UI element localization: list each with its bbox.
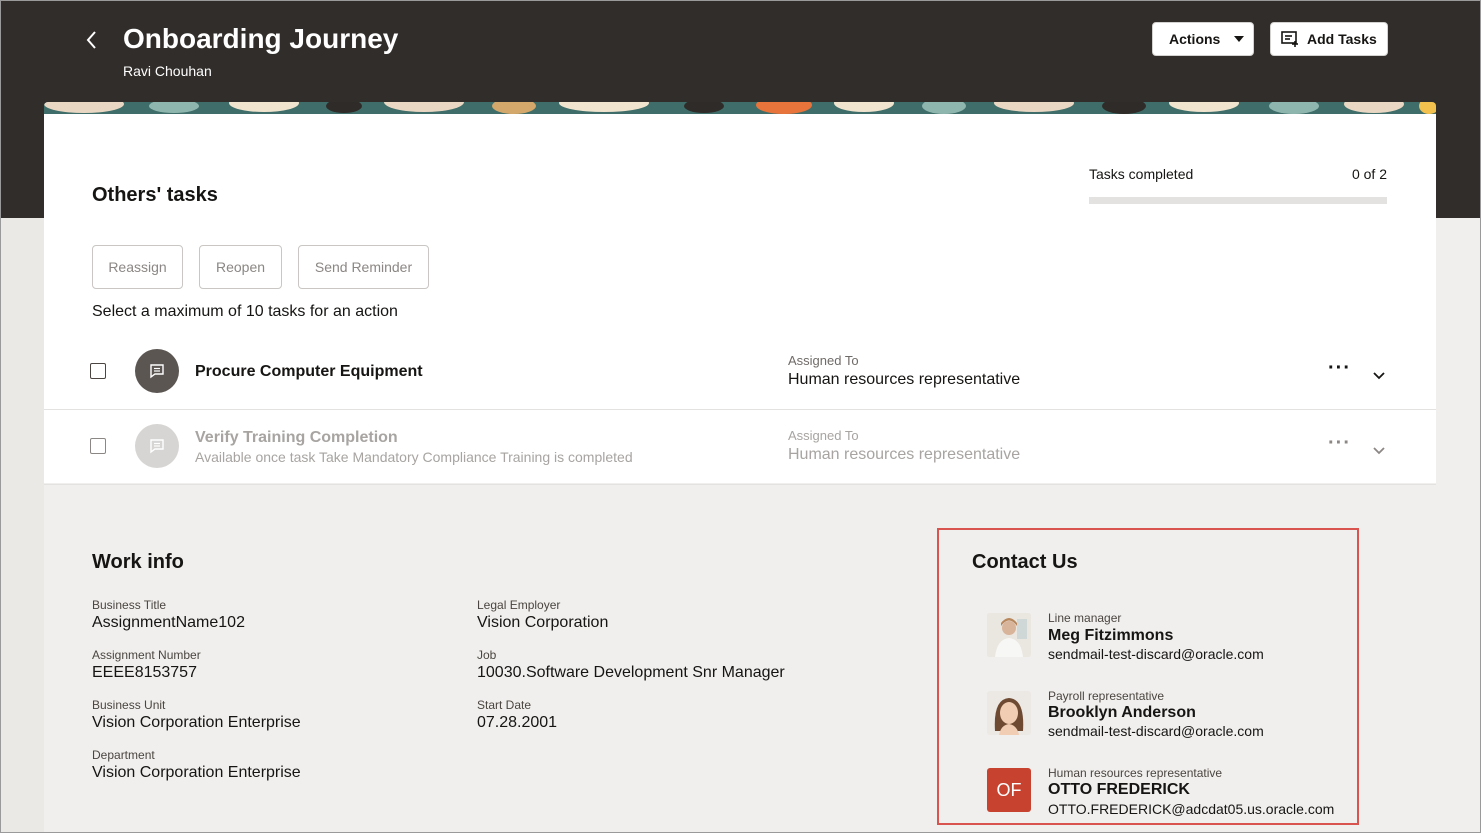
contact-us-heading: Contact Us [972,551,1078,573]
avatar-initials[interactable]: OF [987,768,1031,812]
caret-down-icon [1234,36,1245,42]
assignment-number-label: Assignment Number [92,648,201,662]
business-unit-value: Vision Corporation Enterprise [92,714,301,731]
back-icon[interactable] [85,25,109,55]
start-date-value: 07.28.2001 [477,714,558,731]
task-checkbox[interactable] [90,438,106,454]
more-options-icon[interactable]: ··· [1328,357,1351,380]
chevron-down-icon[interactable] [1373,442,1385,460]
contact-name[interactable]: Meg Fitzimmons [1048,627,1173,645]
job-label: Job [477,648,497,662]
add-tasks-button[interactable]: Add Tasks [1270,22,1388,56]
department-value: Vision Corporation Enterprise [92,764,301,781]
background-pattern [1,218,44,832]
department-label: Department [92,748,155,762]
legal-employer-label: Legal Employer [477,598,561,612]
add-task-icon [1281,31,1298,47]
avatar[interactable] [987,613,1031,657]
others-tasks-heading: Others' tasks [92,184,218,206]
assigned-to-value: Human resources representative [788,371,1021,388]
send-reminder-button[interactable]: Send Reminder [298,245,429,289]
contact-name[interactable]: OTTO FREDERICK [1048,781,1190,799]
task-row[interactable]: Verify Training Completion Available onc… [44,410,1436,485]
more-options-icon[interactable]: ··· [1328,432,1351,455]
reopen-button[interactable]: Reopen [199,245,282,289]
page-subtitle: Ravi Chouhan [123,63,212,79]
task-row[interactable]: Procure Computer Equipment Assigned To H… [44,335,1436,410]
avatar[interactable] [987,691,1031,735]
task-comment-icon [135,349,179,393]
business-title-label: Business Title [92,598,167,612]
contact-name[interactable]: Brooklyn Anderson [1048,704,1196,722]
assigned-to-label: Assigned To [788,353,859,368]
reassign-button[interactable]: Reassign [92,245,183,289]
actions-button[interactable]: Actions [1152,22,1254,56]
contact-email[interactable]: sendmail-test-discard@oracle.com [1048,723,1264,739]
add-tasks-label: Add Tasks [1307,31,1377,47]
page-frame: Onboarding Journey Ravi Chouhan Actions … [0,0,1481,833]
assigned-to-label: Assigned To [788,428,859,443]
assignment-number-value: EEEE8153757 [92,664,197,681]
tasks-progress-bar [1089,197,1387,204]
assigned-to-value: Human resources representative [788,446,1021,463]
task-availability-note: Available once task Take Mandatory Compl… [195,449,633,465]
legal-employer-value: Vision Corporation [477,614,609,631]
task-name[interactable]: Verify Training Completion [195,429,398,447]
actions-button-label: Actions [1169,31,1221,47]
job-value: 10030.Software Development Snr Manager [477,664,785,681]
task-name[interactable]: Procure Computer Equipment [195,363,423,381]
chevron-down-icon[interactable] [1373,367,1385,385]
tasks-completed-value: 0 of 2 [1351,166,1387,182]
task-checkbox[interactable] [90,363,106,379]
business-unit-label: Business Unit [92,698,166,712]
selection-hint: Select a maximum of 10 tasks for an acti… [92,303,398,320]
contact-role: Human resources representative [1048,766,1223,780]
page-title: Onboarding Journey [123,23,399,54]
contact-email[interactable]: OTTO.FREDERICK@adcdat05.us.oracle.com [1048,801,1334,817]
business-title-value: AssignmentName102 [92,614,245,631]
tasks-completed-label: Tasks completed [1089,166,1194,182]
contact-email[interactable]: sendmail-test-discard@oracle.com [1048,646,1264,662]
contact-role: Payroll representative [1048,689,1165,703]
work-info-heading: Work info [92,551,184,573]
task-comment-icon [135,424,179,468]
start-date-label: Start Date [477,698,532,712]
contact-role: Line manager [1048,611,1122,625]
